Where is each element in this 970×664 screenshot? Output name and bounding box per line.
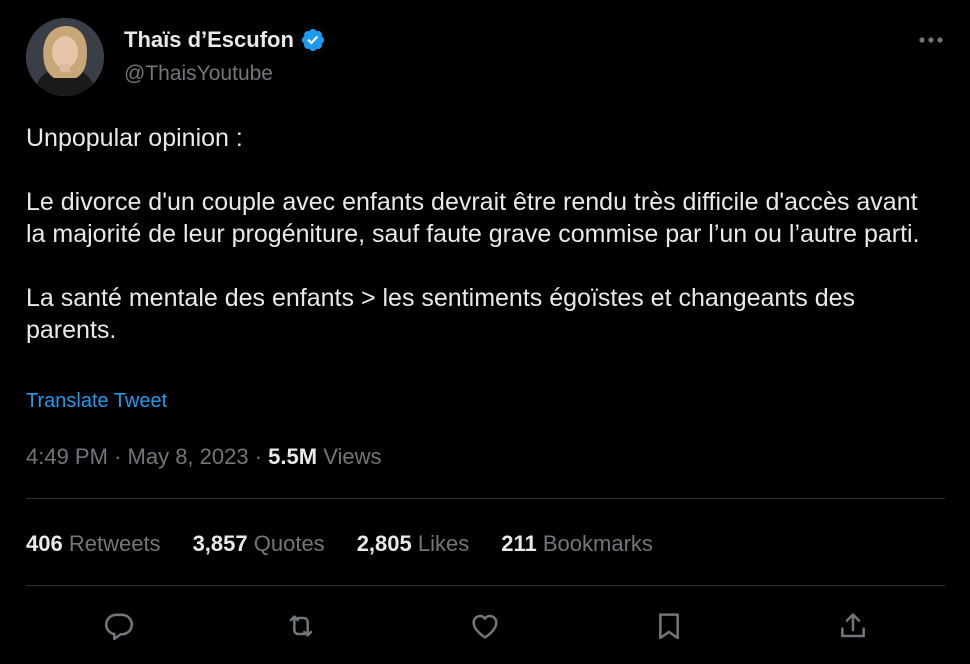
more-button[interactable] [914, 26, 948, 54]
retweet-icon [289, 615, 313, 637]
reply-button[interactable] [99, 606, 139, 646]
stat-count: 3,857 [192, 531, 248, 556]
views-label: Views [323, 444, 382, 469]
tweet-stats: 406 Retweets 3,857 Quotes 2,805 Likes 21… [26, 531, 685, 557]
stat-label: Bookmarks [542, 531, 653, 556]
author-handle[interactable]: @ThaisYoutube [124, 62, 273, 86]
tweet: Thaïs d’Escufon @ThaisYoutube Unpopular … [0, 0, 970, 664]
stat-label: Quotes [253, 531, 325, 556]
like-icon [472, 614, 498, 639]
stat-quotes[interactable]: 3,857 Quotes [193, 531, 325, 557]
stat-label: Retweets [68, 531, 161, 556]
meta-separator: · [114, 444, 122, 469]
author-name-row[interactable]: Thaïs d’Escufon [124, 27, 326, 53]
meta-separator: · [254, 444, 263, 469]
retweet-button[interactable] [281, 606, 321, 646]
tweet-paragraph: Le divorce d'un couple avec enfants devr… [26, 188, 920, 248]
verified-badge-icon [300, 27, 326, 53]
divider [26, 498, 945, 499]
stat-count: 2,805 [356, 531, 412, 556]
stat-retweets[interactable]: 406 Retweets [26, 531, 161, 557]
divider [26, 585, 945, 586]
share-icon [841, 613, 865, 638]
tweet-date[interactable]: May 8, 2023 [128, 444, 249, 469]
stat-likes[interactable]: 2,805 Likes [357, 531, 470, 557]
stat-count: 211 [501, 531, 537, 556]
bookmark-button[interactable] [649, 606, 689, 646]
stat-count: 406 [26, 531, 63, 556]
author-name[interactable]: Thaïs d’Escufon [124, 27, 294, 53]
tweet-paragraph: Unpopular opinion : [26, 124, 243, 152]
tweet-paragraph: La santé mentale des enfants > les senti… [26, 284, 856, 344]
author-avatar[interactable] [26, 18, 104, 96]
tweet-time[interactable]: 4:49 PM [26, 444, 108, 469]
more-icon [919, 37, 943, 43]
views-count: 5.5M [268, 444, 318, 469]
tweet-meta: 4:49 PM · May 8, 2023 · 5.5M Views [26, 444, 382, 470]
reply-icon [104, 613, 134, 641]
tweet-text: Unpopular opinion : Le divorce d'un coup… [26, 122, 936, 346]
translate-tweet-link[interactable]: Translate Tweet [26, 390, 167, 413]
like-button[interactable] [465, 606, 505, 646]
share-button[interactable] [833, 606, 873, 646]
stat-bookmarks[interactable]: 211 Bookmarks [501, 531, 653, 557]
stat-label: Likes [417, 531, 470, 556]
bookmark-icon [659, 613, 679, 640]
